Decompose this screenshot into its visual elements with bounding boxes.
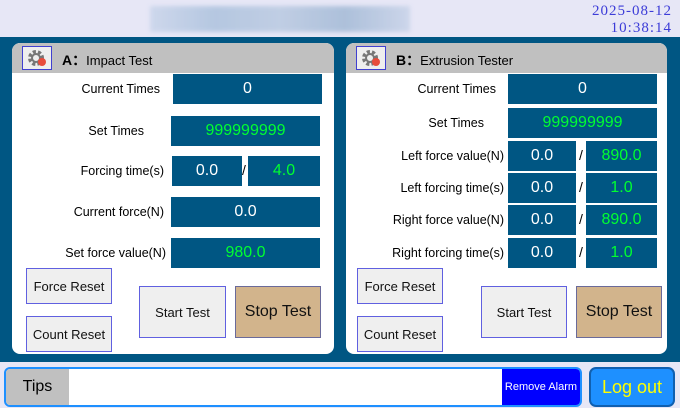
set-times-label: Set Times [428, 116, 484, 130]
tips-label: Tips [6, 369, 69, 405]
panel-header [12, 43, 334, 73]
count-reset-button[interactable]: Count Reset [26, 316, 112, 352]
tips-bar: Tips Remove Alarm [4, 367, 582, 407]
left-force-set-input[interactable]: 890.0 [586, 141, 657, 171]
stop-test-button[interactable]: Stop Test [235, 286, 321, 338]
settings-button[interactable] [22, 46, 52, 70]
panel-title: B：Extrusion Tester [396, 52, 514, 68]
forcing-time-current: 0.0 [172, 156, 242, 186]
panel-impact-test: A：Impact Test Current Times 0 Set Times … [12, 43, 334, 354]
right-force-current: 0.0 [508, 205, 576, 235]
separator: / [579, 244, 583, 260]
set-force-input[interactable]: 980.0 [171, 238, 320, 268]
set-times-label: Set Times [88, 124, 144, 138]
panel-extrusion-tester: B：Extrusion Tester Current Times 0 Set T… [346, 43, 667, 354]
stop-test-button[interactable]: Stop Test [576, 286, 662, 338]
current-times-value: 0 [508, 74, 657, 104]
set-force-label: Set force value(N) [65, 246, 166, 260]
set-times-input[interactable]: 999999999 [508, 108, 657, 138]
current-force-value: 0.0 [171, 197, 320, 227]
right-force-set-input[interactable]: 890.0 [586, 205, 657, 235]
right-force-label: Right force value(N) [392, 213, 504, 227]
force-reset-button[interactable]: Force Reset [357, 268, 443, 304]
left-time-set-input[interactable]: 1.0 [586, 173, 657, 203]
date: 2025-08-12 [592, 3, 672, 19]
set-times-input[interactable]: 999999999 [171, 116, 320, 146]
force-reset-button[interactable]: Force Reset [26, 268, 112, 304]
left-force-current: 0.0 [508, 141, 576, 171]
forcing-time-label: Forcing time(s) [80, 164, 164, 178]
separator: / [242, 162, 246, 178]
right-time-set-input[interactable]: 1.0 [586, 238, 657, 268]
forcing-time-set-input[interactable]: 4.0 [248, 156, 320, 186]
separator: / [579, 179, 583, 195]
gear-icon [362, 50, 380, 66]
start-test-button[interactable]: Start Test [481, 286, 567, 338]
remove-alarm-button[interactable]: Remove Alarm [502, 369, 580, 405]
left-time-label: Left forcing time(s) [400, 181, 504, 195]
right-time-current: 0.0 [508, 238, 576, 268]
logout-button[interactable]: Log out [589, 367, 675, 407]
left-force-label: Left force value(N) [401, 149, 504, 163]
separator: / [579, 147, 583, 163]
panel-title: A：Impact Test [62, 52, 153, 68]
current-times-label: Current Times [417, 82, 497, 96]
right-time-label: Right forcing time(s) [392, 246, 504, 260]
start-test-button[interactable]: Start Test [139, 286, 226, 338]
separator: / [579, 211, 583, 227]
current-times-label: Current Times [81, 82, 161, 96]
time: 10:38:14 [610, 20, 672, 36]
gear-icon [28, 50, 46, 66]
current-force-label: Current force(N) [73, 205, 164, 219]
blurred-title [150, 6, 410, 32]
count-reset-button[interactable]: Count Reset [357, 316, 443, 352]
left-time-current: 0.0 [508, 173, 576, 203]
settings-button[interactable] [356, 46, 386, 70]
current-times-value: 0 [173, 74, 322, 104]
